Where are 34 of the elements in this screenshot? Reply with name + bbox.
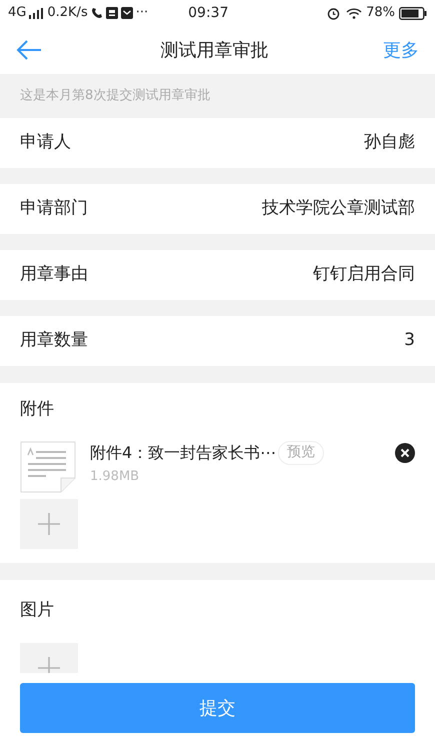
preview-button[interactable]: 预览	[278, 440, 324, 464]
alarm-icon	[327, 6, 340, 20]
section-title: 图片	[20, 598, 55, 622]
file-name: 附件4：致一封告家长书⋯	[90, 442, 276, 464]
app-icon	[106, 7, 118, 19]
page-title: 测试用章审批	[160, 38, 270, 62]
back-arrow-icon	[16, 40, 42, 60]
field-value: 钉钉启用合同	[313, 263, 415, 286]
field-value: 3	[404, 329, 415, 352]
document-icon	[20, 440, 76, 492]
more-notifications: ···	[136, 4, 148, 22]
submit-button[interactable]: 提交	[20, 683, 415, 733]
field-label: 申请部门	[20, 197, 88, 220]
network-speed: 0.2K/s	[47, 4, 88, 22]
field-value: 孙自彪	[364, 131, 415, 154]
file-size: 1.98MB	[90, 468, 140, 486]
section-title: 附件	[20, 398, 55, 421]
network-type: 4G	[8, 4, 26, 22]
plus-icon	[37, 512, 61, 536]
field-label: 用章数量	[20, 329, 88, 352]
plus-icon	[37, 656, 61, 673]
close-icon[interactable]	[395, 442, 415, 462]
notice-text: 这是本月第8次提交测试用章审批	[20, 87, 210, 106]
signal-icon	[29, 8, 44, 18]
wifi-icon	[346, 8, 362, 18]
phone-icon	[90, 7, 103, 19]
field-value: 技术学院公章测试部	[262, 197, 415, 220]
field-label: 申请人	[20, 131, 71, 154]
mail-icon	[120, 7, 133, 19]
field-label: 用章事由	[20, 263, 88, 286]
battery-icon	[399, 6, 427, 20]
more-button[interactable]: 更多	[383, 36, 419, 64]
battery-percent: 78%	[366, 4, 395, 22]
clock-time: 09:37	[188, 4, 228, 22]
